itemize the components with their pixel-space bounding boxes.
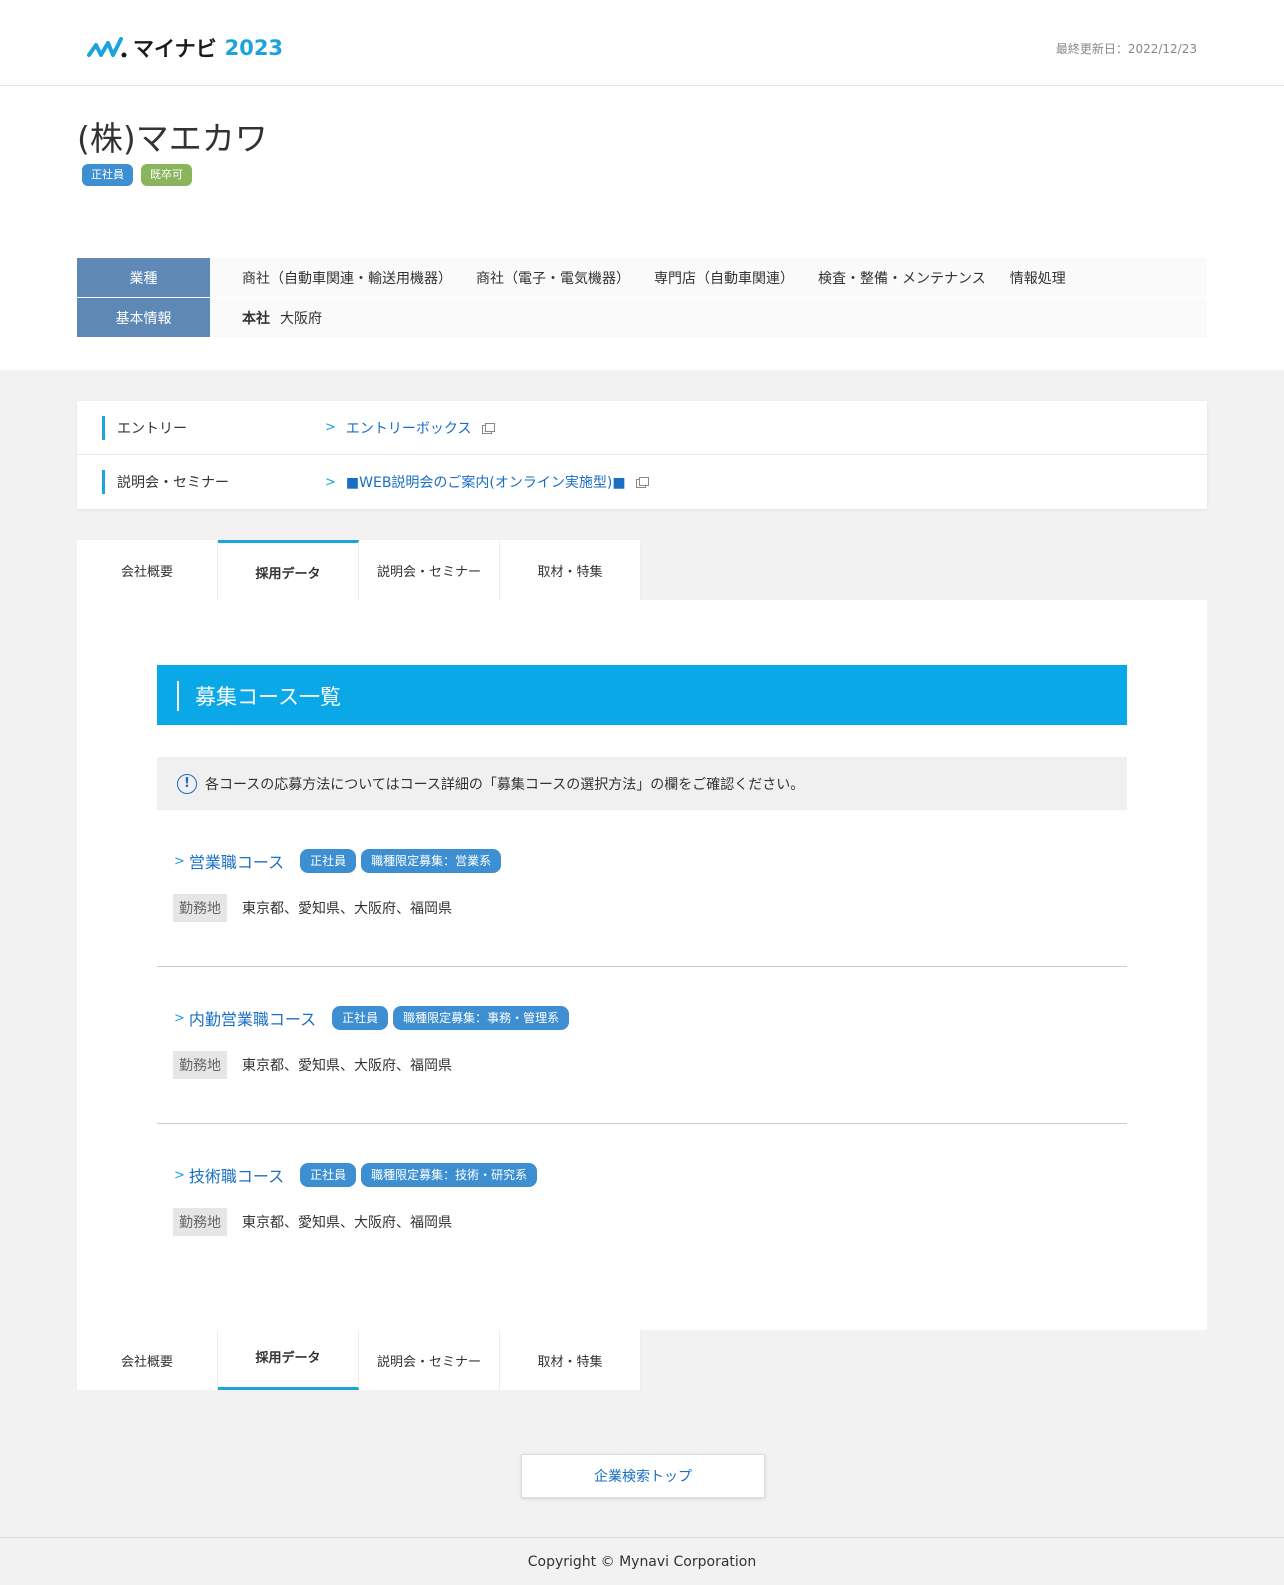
location-label: 勤務地 (173, 1051, 227, 1079)
logo-text: マイナビ (133, 37, 217, 61)
recruitment-content: 募集コース一覧 ! 各コースの応募方法についてはコース詳細の「募集コースの選択方… (77, 600, 1207, 1330)
industry-item: 商社（電子・電気機器） (476, 270, 630, 287)
seminar-row: 説明会・セミナー > ■WEB説明会のご案内(オンライン実施型)■ (77, 455, 1207, 509)
accent-bar (102, 470, 105, 494)
web-seminar-link[interactable]: > ■WEB説明会のご案内(オンライン実施型)■ (325, 472, 649, 492)
course-title-row: > 内勤営業職コース 正社員 職種限定募集：事務・管理系 (174, 1005, 1127, 1031)
tab-bar-bottom: 会社概要 採用データ 説明会・セミナー 取材・特集 (77, 1330, 641, 1390)
info-icon: ! (177, 773, 197, 794)
chevron-right-icon: > (325, 420, 336, 435)
header-accent-bar (177, 681, 179, 711)
industry-label: 業種 (77, 258, 210, 297)
course-divider (157, 966, 1127, 967)
company-info-table: 業種 商社（自動車関連・輸送用機器） 商社（電子・電気機器） 専門店（自動車関連… (77, 258, 1207, 338)
web-seminar-link-text: ■WEB説明会のご案内(オンライン実施型)■ (345, 475, 626, 491)
site-header: マイナビ 2023 最終更新日：2022/12/23 (0, 0, 1284, 86)
mynavi-logo-icon (87, 37, 127, 58)
chevron-right-icon: > (174, 1010, 185, 1026)
course-badge: 職種限定募集：営業系 (361, 849, 502, 873)
company-search-top-button[interactable]: 企業検索トップ (521, 1454, 765, 1498)
notice-text: 各コースの応募方法についてはコース詳細の「募集コースの選択方法」の欄をご確認くだ… (205, 776, 805, 793)
basic-info-value: 本社 大阪府 (210, 298, 1207, 337)
course-item: > 営業職コース 正社員 職種限定募集：営業系 勤務地 東京都、愛知県、大阪府、… (157, 848, 1127, 922)
location-value: 東京都、愛知県、大阪府、福岡県 (242, 1058, 452, 1074)
industry-row: 業種 商社（自動車関連・輸送用機器） 商社（電子・電気機器） 専門店（自動車関連… (77, 258, 1207, 297)
application-notice: ! 各コースの応募方法についてはコース詳細の「募集コースの選択方法」の欄をご確認… (157, 757, 1127, 810)
course-list-title: 募集コース一覧 (195, 685, 341, 709)
company-name: (株)マエカワ (77, 119, 268, 158)
course-divider (157, 1123, 1127, 1124)
seminar-label: 説明会・セミナー (117, 475, 229, 491)
tab-company-overview[interactable]: 会社概要 (77, 1330, 218, 1390)
tab-company-overview[interactable]: 会社概要 (77, 540, 218, 600)
fulltime-badge: 正社員 (82, 164, 133, 186)
industry-item: 専門店（自動車関連） (654, 270, 794, 287)
copyright: Copyright © Mynavi Corporation (527, 1553, 757, 1570)
tab-features[interactable]: 取材・特集 (500, 540, 641, 600)
external-link-icon (635, 477, 649, 488)
location-value: 東京都、愛知県、大阪府、福岡県 (242, 1215, 452, 1231)
course-badge: 職種限定募集：事務・管理系 (393, 1006, 570, 1030)
basic-info-row: 基本情報 本社 大阪府 (77, 298, 1207, 337)
course-title-row: > 営業職コース 正社員 職種限定募集：営業系 (174, 848, 1127, 874)
tab-recruitment-data[interactable]: 採用データ (218, 540, 359, 600)
location-row: 勤務地 東京都、愛知県、大阪府、福岡県 (173, 1051, 1127, 1079)
footer: Copyright © Mynavi Corporation (0, 1537, 1284, 1585)
course-title-row: > 技術職コース 正社員 職種限定募集：技術・研究系 (174, 1162, 1127, 1188)
location-label: 勤務地 (173, 894, 227, 922)
accent-bar (102, 416, 105, 440)
entry-row: エントリー > エントリーボックス (77, 401, 1207, 455)
hq-label: 本社 (242, 310, 270, 327)
course-badge: 職種限定募集：技術・研究系 (361, 1163, 538, 1187)
tab-seminar[interactable]: 説明会・セミナー (359, 1330, 500, 1390)
graduate-ok-badge: 既卒可 (141, 164, 192, 186)
tab-bar-top: 会社概要 採用データ 説明会・セミナー 取材・特集 (77, 540, 641, 600)
location-row: 勤務地 東京都、愛知県、大阪府、福岡県 (173, 1208, 1127, 1236)
industry-item: 検査・整備・メンテナンス (818, 270, 986, 287)
course-link[interactable]: 技術職コース (189, 1163, 284, 1187)
entry-box-link[interactable]: > エントリーボックス (325, 418, 495, 438)
course-link[interactable]: 内勤営業職コース (189, 1006, 316, 1030)
course-item: > 技術職コース 正社員 職種限定募集：技術・研究系 勤務地 東京都、愛知県、大… (157, 1162, 1127, 1236)
course-item: > 内勤営業職コース 正社員 職種限定募集：事務・管理系 勤務地 東京都、愛知県… (157, 1005, 1127, 1079)
chevron-right-icon: > (174, 853, 185, 869)
tab-recruitment-data[interactable]: 採用データ (218, 1330, 359, 1390)
logo-year: 2023 (224, 36, 284, 60)
entry-label: エントリー (117, 420, 187, 437)
course-badge: 正社員 (300, 1163, 357, 1187)
location-label: 勤務地 (173, 1208, 227, 1236)
course-list-header: 募集コース一覧 (157, 665, 1127, 725)
entry-box-link-text: エントリーボックス (345, 420, 472, 437)
location-value: 東京都、愛知県、大阪府、福岡県 (242, 901, 452, 917)
industry-item: 情報処理 (1009, 270, 1066, 287)
last-updated: 最終更新日：2022/12/23 (1055, 42, 1197, 56)
industry-values: 商社（自動車関連・輸送用機器） 商社（電子・電気機器） 専門店（自動車関連） 検… (210, 258, 1207, 297)
basic-info-label: 基本情報 (77, 298, 210, 337)
location-row: 勤務地 東京都、愛知県、大阪府、福岡県 (173, 894, 1127, 922)
course-link[interactable]: 営業職コース (189, 849, 284, 873)
tab-features[interactable]: 取材・特集 (500, 1330, 641, 1390)
course-badge: 正社員 (332, 1006, 389, 1030)
hq-value: 大阪府 (280, 310, 322, 327)
tab-seminar[interactable]: 説明会・セミナー (359, 540, 500, 600)
external-link-icon (481, 422, 495, 434)
chevron-right-icon: > (174, 1167, 185, 1183)
industry-item: 商社（自動車関連・輸送用機器） (242, 270, 452, 287)
entry-links-box: エントリー > エントリーボックス 説明会・セミナー > ■WEB説明会のご案内… (77, 401, 1207, 509)
employment-badges: 正社員 既卒可 (82, 164, 192, 186)
course-badge: 正社員 (300, 849, 357, 873)
company-summary: (株)マエカワ 正社員 既卒可 業種 商社（自動車関連・輸送用機器） 商社（電子… (0, 86, 1284, 370)
mynavi-logo[interactable]: マイナビ 2023 (87, 34, 283, 62)
chevron-right-icon: > (325, 474, 336, 490)
